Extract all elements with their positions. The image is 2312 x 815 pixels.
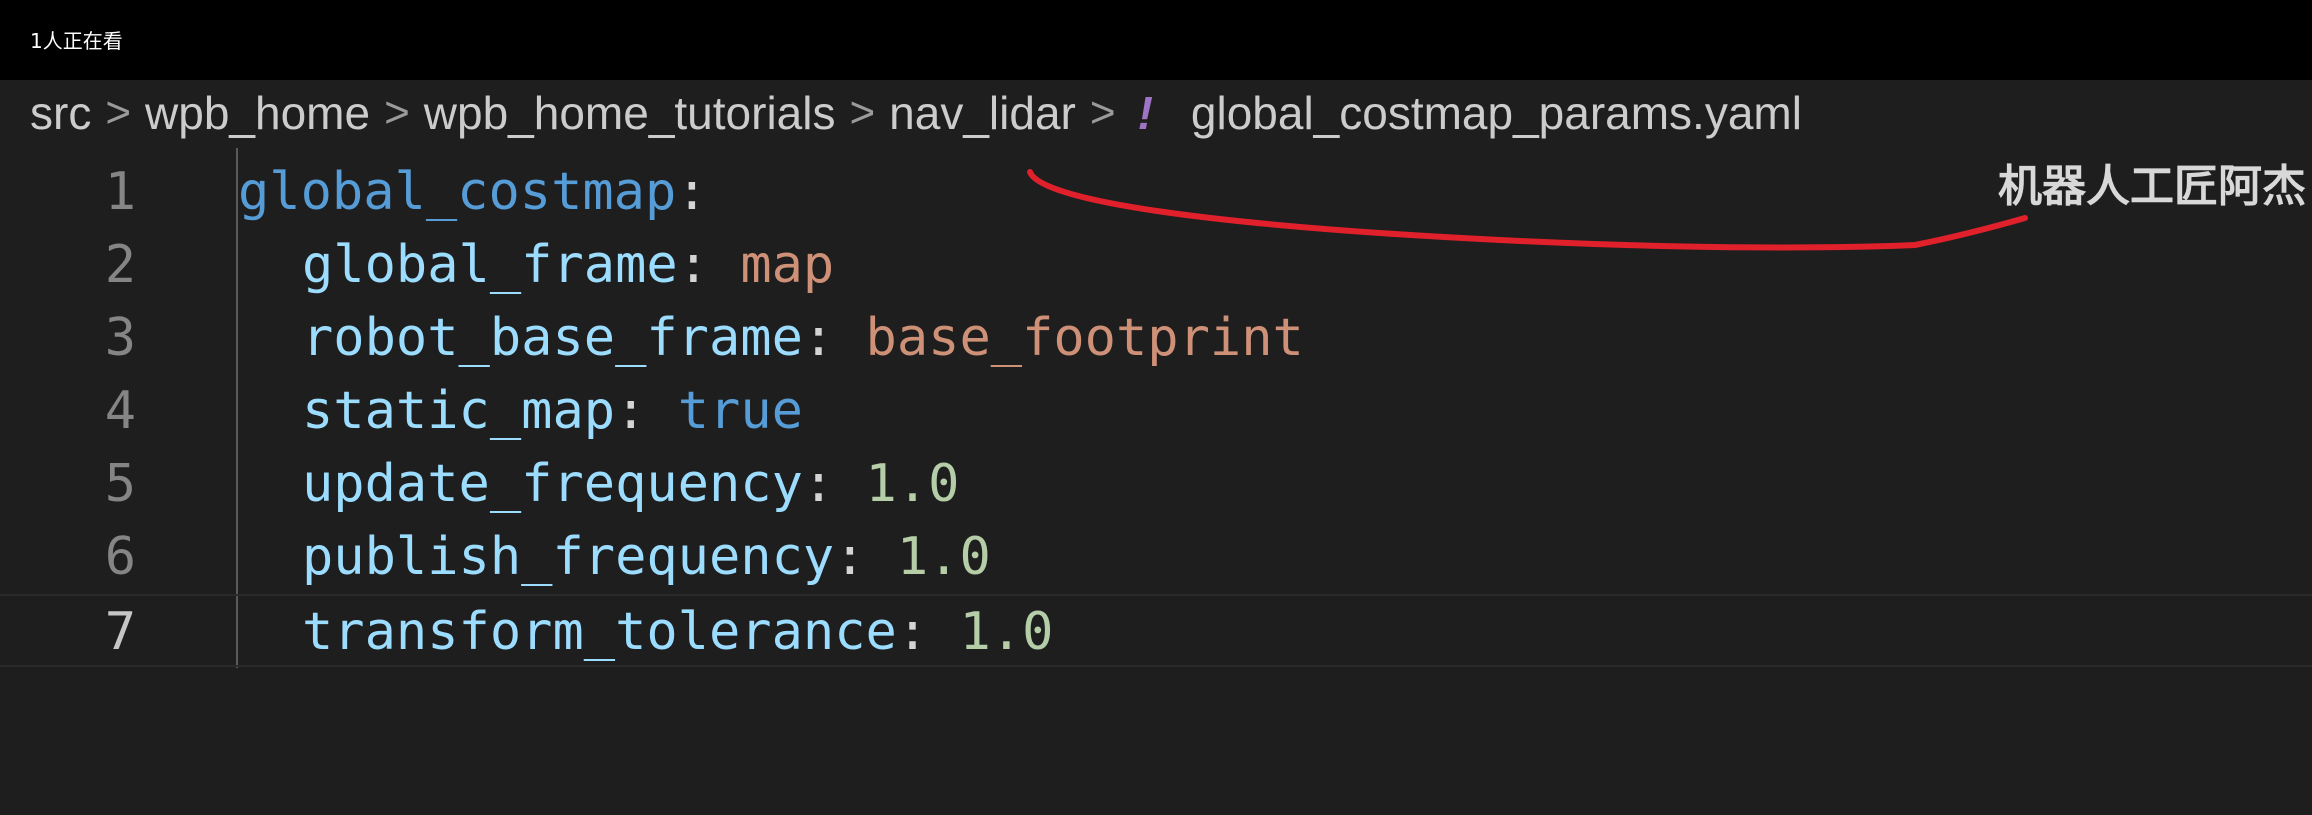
chevron-right-icon: > bbox=[1089, 88, 1116, 137]
breadcrumb-item-src[interactable]: src bbox=[30, 86, 91, 140]
yaml-key: publish_frequency bbox=[302, 527, 835, 587]
yaml-value: base_footprint bbox=[865, 308, 1304, 368]
line-number: 1 bbox=[104, 162, 136, 222]
yaml-value: 1.0 bbox=[959, 602, 1054, 662]
code-line[interactable]: 2 global_frame: map bbox=[0, 229, 2312, 302]
yaml-key: transform_tolerance bbox=[302, 602, 897, 662]
line-number: 2 bbox=[104, 235, 136, 295]
yaml-colon: : bbox=[677, 235, 709, 295]
breadcrumb-item-wpb-home-tutorials[interactable]: wpb_home_tutorials bbox=[424, 86, 836, 140]
line-number: 5 bbox=[104, 454, 136, 514]
yaml-key: robot_base_frame bbox=[302, 308, 803, 368]
line-content: global_costmap: bbox=[238, 156, 708, 229]
yaml-key: static_map bbox=[302, 381, 616, 441]
line-content: publish_frequency: 1.0 bbox=[238, 521, 991, 594]
yaml-value: 1.0 bbox=[865, 454, 960, 514]
line-number: 4 bbox=[104, 381, 136, 441]
yaml-value: 1.0 bbox=[896, 527, 991, 587]
code-line[interactable]: 7 transform_tolerance: 1.0 bbox=[0, 594, 2312, 667]
line-content: global_frame: map bbox=[238, 229, 834, 302]
yaml-value: map bbox=[740, 235, 835, 295]
code-line[interactable]: 5 update_frequency: 1.0 bbox=[0, 448, 2312, 521]
yaml-colon: : bbox=[676, 162, 708, 222]
chevron-right-icon: > bbox=[105, 88, 132, 137]
yaml-colon: : bbox=[802, 454, 835, 514]
line-number: 7 bbox=[104, 602, 136, 662]
breadcrumb-item-nav-lidar[interactable]: nav_lidar bbox=[889, 86, 1076, 140]
yaml-colon: : bbox=[896, 602, 929, 662]
breadcrumb-file-name[interactable]: global_costmap_params.yaml bbox=[1191, 86, 1802, 140]
line-content: static_map: true bbox=[238, 375, 803, 448]
breadcrumb: src > wpb_home > wpb_home_tutorials > na… bbox=[30, 80, 1802, 146]
line-number: 3 bbox=[104, 308, 136, 368]
chevron-right-icon: > bbox=[849, 88, 876, 137]
code-line[interactable]: 1 global_costmap: bbox=[0, 156, 2312, 229]
breadcrumb-item-wpb-home[interactable]: wpb_home bbox=[145, 86, 370, 140]
yaml-key: global_frame bbox=[302, 235, 678, 295]
viewer-count: 1人正在看 bbox=[30, 29, 123, 53]
yaml-file-icon: ! bbox=[1137, 87, 1153, 139]
line-content: transform_tolerance: 1.0 bbox=[238, 596, 1053, 669]
code-line[interactable]: 3 robot_base_frame: base_footprint bbox=[0, 302, 2312, 375]
line-content: robot_base_frame: base_footprint bbox=[238, 302, 1304, 375]
yaml-colon: : bbox=[802, 308, 835, 368]
yaml-colon: : bbox=[615, 381, 647, 441]
yaml-key: global_costmap bbox=[238, 162, 677, 222]
yaml-value: true bbox=[677, 381, 803, 441]
yaml-key: update_frequency bbox=[302, 454, 803, 514]
line-number: 6 bbox=[104, 527, 136, 587]
video-top-bar: 1人正在看 bbox=[0, 0, 2312, 80]
code-line[interactable]: 6 publish_frequency: 1.0 bbox=[0, 521, 2312, 594]
yaml-colon: : bbox=[834, 527, 866, 587]
line-content: update_frequency: 1.0 bbox=[238, 448, 959, 521]
watermark: 机器人工匠阿杰 bbox=[1998, 161, 2306, 212]
code-line[interactable]: 4 static_map: true bbox=[0, 375, 2312, 448]
chevron-right-icon: > bbox=[384, 88, 410, 137]
